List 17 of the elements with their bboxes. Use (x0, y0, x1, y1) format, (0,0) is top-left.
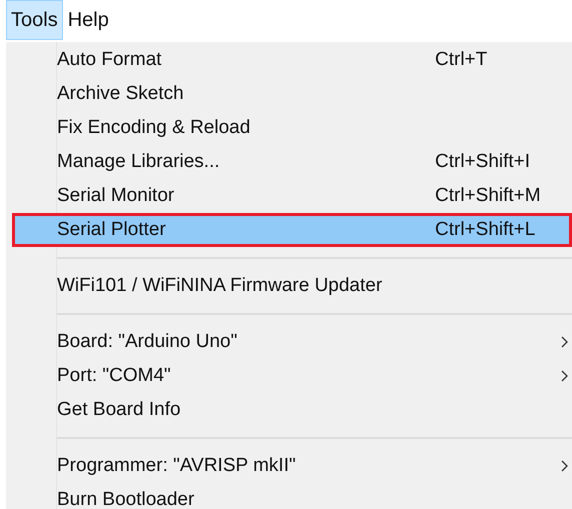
menu-item[interactable]: Serial Monitor Ctrl+Shift+M (12, 179, 572, 213)
menu-item[interactable]: Fix Encoding & Reload (12, 111, 572, 145)
chevron-right-icon (561, 336, 568, 348)
menu-item[interactable]: Board: "Arduino Uno" (12, 325, 572, 359)
chevron-right-icon (561, 460, 568, 472)
chevron-right-icon (561, 370, 568, 382)
menu-item[interactable]: Burn Bootloader (12, 483, 572, 509)
menu-item[interactable]: Port: "COM4" (12, 359, 572, 393)
menu-item[interactable]: WiFi101 / WiFiNINA Firmware Updater (12, 269, 572, 303)
menubar-item[interactable]: Help (62, 0, 114, 40)
menu-item[interactable]: Programmer: "AVRISP mkII" (12, 449, 572, 483)
menu-item[interactable]: Auto Format Ctrl+T (12, 43, 572, 77)
menu-item[interactable]: Archive Sketch (12, 77, 572, 111)
menu-item[interactable]: Serial Plotter Ctrl+Shift+L (12, 213, 572, 247)
menubar-item[interactable]: Tools (6, 0, 63, 40)
menu-item[interactable]: Manage Libraries... Ctrl+Shift+I (12, 145, 572, 179)
menu-item[interactable]: Get Board Info (12, 393, 572, 427)
